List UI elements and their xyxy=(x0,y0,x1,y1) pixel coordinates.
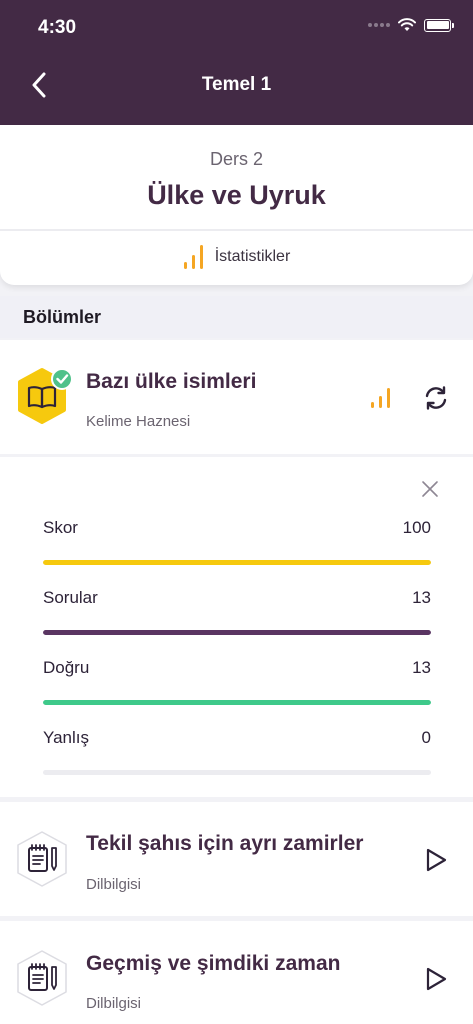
unit-subtitle: Dilbilgisi xyxy=(86,995,142,1012)
progress-bar xyxy=(43,560,431,565)
unit-title: Geçmiş ve şimdiki zaman xyxy=(86,952,341,975)
unit-title: Tekil şahıs için ayrı zamirler xyxy=(86,832,364,855)
stat-value: 13 xyxy=(412,588,431,607)
stat-label: Skor xyxy=(43,518,78,537)
bar-chart-icon xyxy=(183,245,203,269)
section-header: Bölümler xyxy=(0,296,473,338)
nav-title: Temel 1 xyxy=(201,74,272,95)
unit-subtitle: Kelime Haznesi xyxy=(86,413,191,430)
statistics-button[interactable]: İstatistikler xyxy=(0,231,473,283)
progress-fill xyxy=(43,700,431,705)
statistics-label: İstatistikler xyxy=(214,248,291,265)
progress-fill xyxy=(43,560,431,565)
notepad-pencil-icon xyxy=(17,950,67,1006)
bar-chart-icon xyxy=(371,388,390,408)
unit-statistics-button[interactable] xyxy=(366,384,396,412)
play-icon xyxy=(426,848,447,872)
play-button[interactable] xyxy=(418,962,452,996)
top-bar: 4:30 Temel 1 xyxy=(0,0,473,125)
refresh-icon xyxy=(425,386,447,410)
unit-row-grammar[interactable]: Tekil şahıs için ayrı zamirler Dilbilgis… xyxy=(0,802,473,916)
retry-button[interactable] xyxy=(420,382,452,414)
battery-icon xyxy=(424,18,454,32)
notepad-pencil-icon xyxy=(17,831,67,887)
status-time: 4:30 xyxy=(38,17,77,38)
stat-label: Yanlış xyxy=(43,728,89,747)
progress-bar xyxy=(43,770,431,775)
statistics-panel: Skor 100 Sorular 13 Doğru 13 Yanlış 0 xyxy=(0,457,473,797)
progress-fill xyxy=(43,630,431,635)
progress-bar xyxy=(43,700,431,705)
cellular-signal-icon xyxy=(368,23,390,27)
wifi-icon xyxy=(398,18,416,31)
unit-row-grammar[interactable]: Geçmiş ve şimdiki zaman Dilbilgisi xyxy=(0,921,473,1024)
unit-subtitle: Dilbilgisi xyxy=(86,876,142,893)
stat-value: 100 xyxy=(402,518,431,537)
lesson-header-card: Ders 2 Ülke ve Uyruk İstatistikler xyxy=(0,125,473,285)
unit-row-vocabulary[interactable]: Bazı ülke isimleri Kelime Haznesi xyxy=(0,340,473,454)
section-title: Bölümler xyxy=(23,307,102,327)
book-icon xyxy=(18,368,72,424)
play-icon xyxy=(426,967,447,991)
unit-title: Bazı ülke isimleri xyxy=(86,370,257,393)
close-icon xyxy=(422,481,438,497)
stat-value: 13 xyxy=(412,658,431,677)
status-indicators xyxy=(368,18,454,32)
lesson-title: Ülke ve Uyruk xyxy=(147,180,326,210)
progress-bar xyxy=(43,630,431,635)
stat-label: Doğru xyxy=(43,658,90,677)
close-button[interactable] xyxy=(418,477,442,501)
lesson-subtitle: Ders 2 xyxy=(209,149,263,169)
stat-value: 0 xyxy=(421,728,431,747)
stat-label: Sorular xyxy=(43,588,98,607)
play-button[interactable] xyxy=(418,843,452,877)
